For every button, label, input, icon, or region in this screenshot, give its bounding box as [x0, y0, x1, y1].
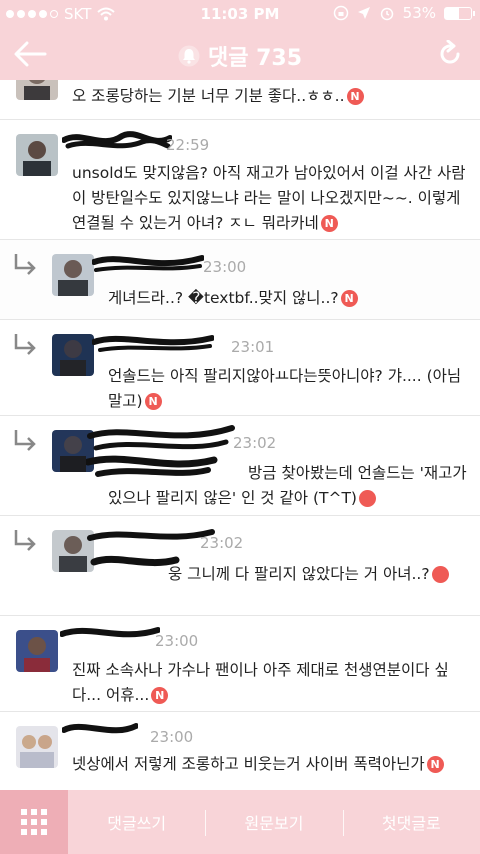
comment-text: unsold도 맞지않음? 아직 재고가 남아있어서 이걸 사간 사람이 방탄일…: [72, 164, 466, 232]
new-badge: N: [426, 756, 444, 773]
view-original-button[interactable]: 원문보기: [205, 790, 342, 854]
comment-time: 23:00: [150, 728, 194, 746]
bottom-bar: 댓글쓰기 원문보기 첫댓글로: [0, 790, 480, 854]
comment-time: 23:00: [203, 258, 247, 276]
alarm-icon: [380, 7, 393, 21]
bell-icon: [178, 45, 200, 67]
comment-list[interactable]: 오 조롱당하는 기분 너무 기분 좋다..ㅎㅎ.. N 22:59 unsold도…: [0, 80, 480, 790]
title-text: 댓글 735: [207, 46, 303, 71]
comment-time: 23:02: [233, 434, 277, 452]
refresh-icon: [440, 40, 460, 64]
new-badge: N: [431, 566, 449, 583]
location-icon: [357, 7, 370, 19]
grid-icon: [21, 809, 47, 835]
avatar[interactable]: [52, 334, 94, 376]
list-item[interactable]: 오 조롱당하는 기분 너무 기분 좋다..ㅎㅎ.. N: [0, 80, 480, 120]
comment-text: 게녀드라..? �textbf..맞지 않니..? N: [108, 286, 468, 311]
rotation-lock-icon: [333, 5, 348, 21]
list-item[interactable]: 23:00 넷상에서 저렇게 조롱하고 비웃는거 사이버 폭력아닌가 N: [0, 712, 480, 790]
list-item[interactable]: 22:59 unsold도 맞지않음? 아직 재고가 남아있어서 이걸 사간 사…: [0, 120, 480, 240]
reply-arrow-icon: [14, 530, 36, 551]
comment-time: 23:00: [155, 632, 199, 650]
comment-time: 23:01: [231, 338, 275, 356]
avatar[interactable]: [16, 630, 58, 672]
comment-text: 언솔드는 아직 팔리지않아ㅛ다는뜻아니야? 갸.... (아님말고) N: [108, 367, 462, 410]
redacted-username: [60, 627, 160, 638]
new-badge: N: [346, 88, 364, 105]
redacted-username: [92, 335, 214, 352]
battery-icon: [444, 6, 475, 20]
list-item[interactable]: 23:02 웅 그니께 다 팔리지 않았다는 거 아녀..?N: [0, 516, 480, 616]
reply-arrow-icon: [14, 254, 36, 275]
avatar[interactable]: [16, 80, 58, 100]
new-badge: N: [340, 290, 358, 307]
comment-text: 웅 그니께 다 팔리지 않았다는 거 아녀..?N: [108, 562, 468, 587]
avatar[interactable]: [16, 726, 58, 768]
avatar[interactable]: [16, 134, 58, 176]
first-comment-button[interactable]: 첫댓글로: [342, 790, 480, 854]
new-badge: N: [320, 215, 338, 232]
new-badge: N: [144, 393, 162, 410]
write-comment-button[interactable]: 댓글쓰기: [68, 790, 205, 854]
list-item[interactable]: 23:00 게녀드라..? �textbf..맞지 않니..? N: [0, 240, 480, 320]
list-item[interactable]: 23:01 언솔드는 아직 팔리지않아ㅛ다는뜻아니야? 갸.... (아님말고)…: [0, 320, 480, 416]
page-title: 댓글 735: [0, 40, 480, 72]
redacted-username: [62, 723, 138, 734]
reply-arrow-icon: [14, 430, 36, 451]
comment-time: 23:02: [200, 534, 244, 552]
header: 댓글 735: [0, 28, 480, 80]
comment-time: 22:59: [166, 136, 210, 154]
redacted-username: [62, 131, 172, 149]
new-badge: N: [151, 687, 169, 704]
comment-text: 오 조롱당하는 기분 너무 기분 좋다..ㅎㅎ.. N: [72, 84, 462, 109]
new-badge: N: [358, 490, 376, 507]
comment-text: 넷상에서 저렇게 조롱하고 비웃는거 사이버 폭력아닌가 N: [72, 752, 468, 777]
status-bar: SKT 11:03 PM 53%: [0, 0, 480, 28]
avatar[interactable]: [52, 254, 94, 296]
reply-arrow-icon: [14, 334, 36, 355]
comment-text: 방금 찾아봤는데 언솔드는 '재고가 있으나 팔리지 않은' 인 것 같아 (T…: [108, 464, 467, 507]
list-item[interactable]: 23:00 진짜 소속사나 가수나 팬이나 아주 제대로 천생연분이다 싶다..…: [0, 616, 480, 712]
menu-grid-button[interactable]: [0, 790, 68, 854]
battery-label: 53%: [402, 4, 436, 22]
refresh-button[interactable]: [432, 36, 468, 72]
comment-text: 진짜 소속사나 가수나 팬이나 아주 제대로 천생연분이다 싶다... 어휴..…: [72, 661, 449, 704]
list-item[interactable]: 23:02 방금 찾아봤는데 언솔드는 '재고가 있으나 팔리지 않은' 인 것…: [0, 416, 480, 516]
redacted-username: [92, 255, 204, 272]
